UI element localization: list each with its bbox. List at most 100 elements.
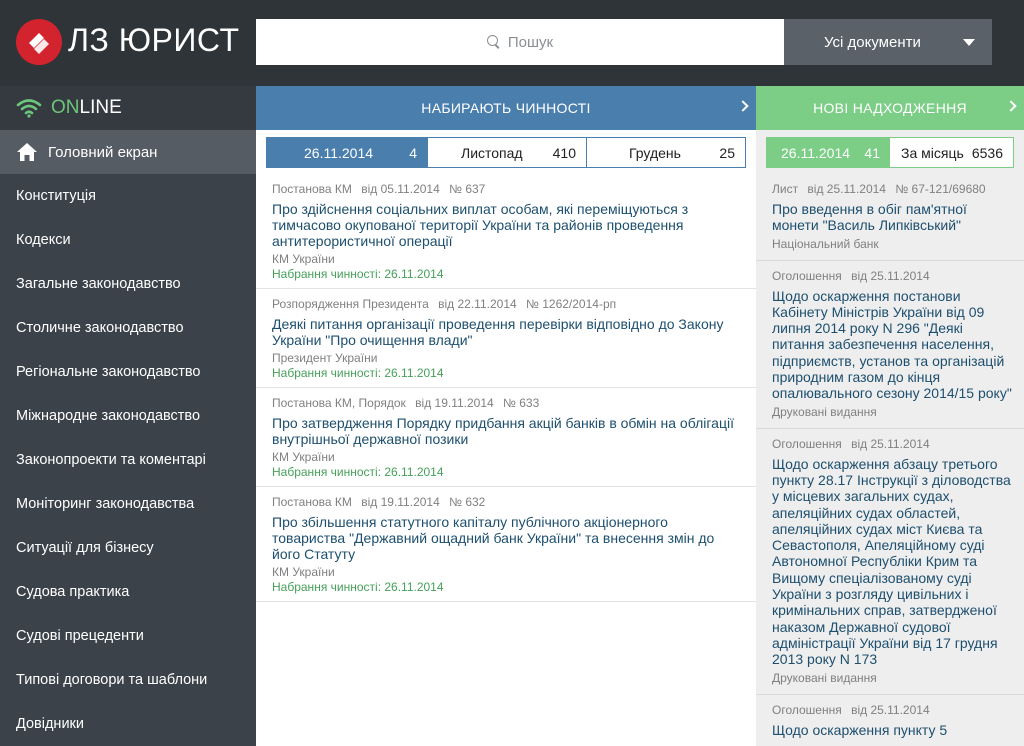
document-meta: Оголошення від 25.11.2014 bbox=[772, 702, 1012, 718]
document-meta: Оголошення від 25.11.2014 bbox=[772, 436, 1012, 452]
sidebar-item-templates[interactable]: Типові договори та шаблони bbox=[0, 658, 256, 702]
list-item[interactable]: Постанова КМ від 05.11.2014 № 637 Про зд… bbox=[256, 174, 756, 289]
tab-december[interactable]: Грудень 25 bbox=[586, 138, 745, 167]
sidebar-item-business-situations[interactable]: Ситуації для бізнесу bbox=[0, 526, 256, 570]
tab-count: 41 bbox=[864, 144, 880, 161]
list-item[interactable]: Постанова КМ, Порядок від 19.11.2014 № 6… bbox=[256, 388, 756, 487]
list-item[interactable]: Розпорядження Президента від 22.11.2014 … bbox=[256, 289, 756, 388]
document-title[interactable]: Про збільшення статутного капіталу публі… bbox=[272, 514, 740, 562]
sidebar-item-label: Кодекси bbox=[16, 232, 71, 248]
tab-november[interactable]: Листопад 410 bbox=[427, 138, 586, 167]
coming-into-force-header[interactable]: НАБИРАЮТЬ ЧИННОСТІ bbox=[256, 86, 756, 130]
document-filter-label: Усі документи bbox=[824, 33, 921, 51]
document-filter-dropdown[interactable]: Усі документи bbox=[784, 19, 992, 65]
chevron-right-icon bbox=[1005, 100, 1017, 112]
tab-count: 6536 bbox=[971, 144, 1003, 161]
tab-today[interactable]: 26.11.2014 41 bbox=[767, 138, 890, 167]
effective-date: Набрання чинності: 26.11.2014 bbox=[272, 580, 444, 594]
sidebar-item-case-law[interactable]: Судова практика bbox=[0, 570, 256, 614]
sidebar-item-label: Судові прецеденти bbox=[16, 628, 144, 644]
sidebar-item-label: Законопроекти та коментарі bbox=[16, 452, 206, 468]
document-meta: Постанова КМ від 05.11.2014 № 637 bbox=[272, 181, 740, 197]
sidebar-item-directories[interactable]: Довідники bbox=[0, 702, 256, 746]
list-item[interactable]: Оголошення від 25.11.2014 Щодо оскарженн… bbox=[756, 695, 1024, 746]
document-issuer: КМ України bbox=[272, 565, 335, 579]
sidebar-item-home[interactable]: Головний екран bbox=[0, 130, 256, 174]
sidebar-item-capital-legislation[interactable]: Столичне законодавство bbox=[0, 306, 256, 350]
tab-count: 4 bbox=[409, 144, 417, 161]
document-type: Оголошення bbox=[772, 436, 842, 451]
document-date: від 25.11.2014 bbox=[851, 702, 930, 717]
sidebar: ON LINE Головний екран Конституція Кодекс… bbox=[0, 86, 256, 746]
document-type: Оголошення bbox=[772, 702, 842, 717]
document-title[interactable]: Про затвердження Порядку придбання акцій… bbox=[272, 415, 740, 447]
document-type: Постанова КМ, Порядок bbox=[272, 396, 406, 410]
list-item[interactable]: Лист від 25.11.2014 № 67-121/69680 Про в… bbox=[756, 174, 1024, 261]
document-title[interactable]: Щодо оскарження пункту 5 bbox=[772, 722, 1012, 738]
document-issuer: КМ України bbox=[272, 450, 335, 464]
effective-date: Набрання чинності: 26.11.2014 bbox=[272, 267, 444, 281]
panel-title: НОВІ НАДХОДЖЕННЯ bbox=[813, 100, 967, 116]
status-on-text: ON bbox=[51, 97, 80, 118]
home-icon bbox=[17, 143, 37, 161]
sidebar-item-label: Регіональне законодавство bbox=[16, 364, 201, 380]
tab-label: За місяць bbox=[901, 144, 964, 161]
sidebar-item-precedents[interactable]: Судові прецеденти bbox=[0, 614, 256, 658]
sidebar-item-label: Столичне законодавство bbox=[16, 320, 184, 336]
logo-text: ЛЗ ЮРИСТ bbox=[68, 22, 240, 58]
document-title[interactable]: Щодо оскарження абзацу третього пункту 2… bbox=[772, 456, 1012, 668]
tab-count: 410 bbox=[552, 144, 576, 161]
document-type: Розпорядження Президента bbox=[272, 297, 429, 311]
chevron-right-icon bbox=[737, 100, 749, 112]
document-date: від 25.11.2014 bbox=[807, 182, 886, 196]
document-date: від 25.11.2014 bbox=[851, 268, 930, 283]
sidebar-item-codes[interactable]: Кодекси bbox=[0, 218, 256, 262]
document-source: Друковані видання bbox=[772, 670, 877, 685]
document-date: від 05.11.2014 bbox=[361, 182, 440, 196]
sidebar-item-constitution[interactable]: Конституція bbox=[0, 174, 256, 218]
sidebar-item-regional-legislation[interactable]: Регіональне законодавство bbox=[0, 350, 256, 394]
effective-date: Набрання чинності: 26.11.2014 bbox=[272, 366, 444, 380]
document-number: № 1262/2014-рп bbox=[526, 297, 617, 311]
list-item[interactable]: Оголошення від 25.11.2014 Щодо оскарженн… bbox=[756, 429, 1024, 695]
document-meta: Оголошення від 25.11.2014 bbox=[772, 268, 1012, 284]
document-title[interactable]: Деякі питання організації проведення пер… bbox=[272, 316, 740, 348]
tab-label: Листопад bbox=[461, 144, 523, 161]
document-number: № 637 bbox=[449, 182, 486, 196]
list-item[interactable]: Оголошення від 25.11.2014 Щодо оскарженн… bbox=[756, 261, 1024, 429]
tab-today[interactable]: 26.11.2014 4 bbox=[267, 138, 427, 167]
sidebar-item-label: Типові договори та шаблони bbox=[16, 672, 208, 688]
document-meta: Постанова КМ, Порядок від 19.11.2014 № 6… bbox=[272, 395, 740, 411]
search-input[interactable]: Пошук bbox=[256, 19, 784, 65]
new-arrivals-panel: НОВІ НАДХОДЖЕННЯ 26.11.2014 41 За місяць… bbox=[756, 86, 1024, 746]
document-list: Постанова КМ від 05.11.2014 № 637 Про зд… bbox=[256, 174, 756, 602]
sidebar-item-monitoring[interactable]: Моніторинг законодавства bbox=[0, 482, 256, 526]
sidebar-item-label: Головний екран bbox=[48, 143, 158, 161]
chevron-down-icon bbox=[963, 39, 975, 46]
logo-icon[interactable] bbox=[16, 19, 62, 65]
tab-count: 25 bbox=[719, 144, 735, 161]
effective-date: Набрання чинності: 26.11.2014 bbox=[272, 465, 444, 479]
document-title[interactable]: Щодо оскарження постанови Кабінету Мініс… bbox=[772, 288, 1012, 402]
document-source: Національний банк bbox=[772, 236, 879, 251]
sidebar-item-label: Міжнародне законодавство bbox=[16, 408, 201, 424]
sidebar-item-general-legislation[interactable]: Загальне законодавство bbox=[0, 262, 256, 306]
tab-month[interactable]: За місяць 6536 bbox=[890, 138, 1013, 167]
sidebar-item-label: Ситуації для бізнесу bbox=[16, 540, 154, 556]
document-title[interactable]: Про здійснення соціальних виплат особам,… bbox=[272, 201, 740, 249]
sidebar-item-bills[interactable]: Законопроекти та коментарі bbox=[0, 438, 256, 482]
sidebar-item-label: Конституція bbox=[16, 188, 96, 204]
sidebar-item-label: Загальне законодавство bbox=[16, 276, 181, 292]
document-title[interactable]: Про введення в обіг пам'ятної монети "Ва… bbox=[772, 201, 1012, 234]
document-date: від 22.11.2014 bbox=[438, 297, 517, 311]
online-status: ON LINE bbox=[0, 86, 256, 130]
sidebar-item-international-legislation[interactable]: Міжнародне законодавство bbox=[0, 394, 256, 438]
list-item[interactable]: Постанова КМ від 19.11.2014 № 632 Про зб… bbox=[256, 487, 756, 602]
arrivals-period-tabs: 26.11.2014 41 За місяць 6536 bbox=[766, 137, 1014, 168]
document-meta: Розпорядження Президента від 22.11.2014 … bbox=[272, 296, 740, 312]
tab-label: Грудень bbox=[629, 144, 681, 161]
new-arrivals-header[interactable]: НОВІ НАДХОДЖЕННЯ bbox=[756, 86, 1024, 130]
document-number: № 633 bbox=[503, 396, 540, 410]
document-date: від 19.11.2014 bbox=[415, 396, 494, 410]
sidebar-item-label: Судова практика bbox=[16, 584, 130, 600]
